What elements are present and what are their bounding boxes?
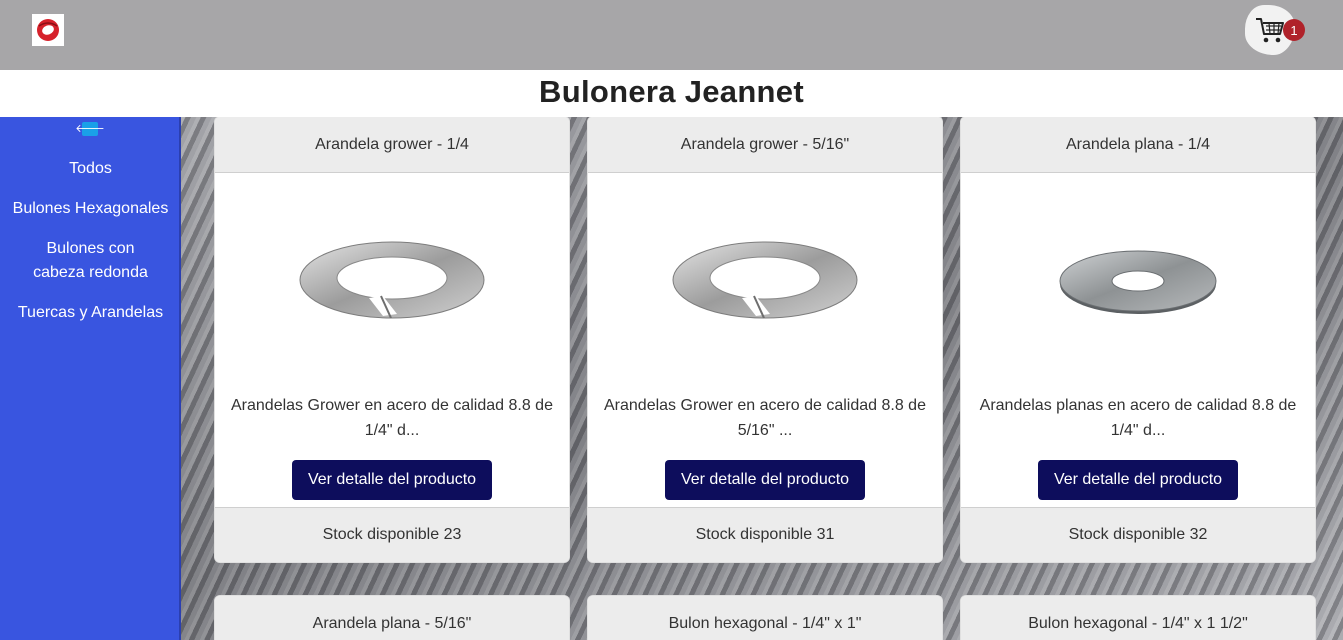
flat-washer-image	[961, 173, 1315, 393]
product-title: Arandela plana - 1/4	[961, 117, 1315, 173]
product-title: Arandela plana - 5/16"	[215, 596, 569, 640]
product-title: Bulon hexagonal - 1/4" x 1 1/2"	[961, 596, 1315, 640]
product-grid: Arandela grower - 1/4 Arandelas Grower e…	[181, 117, 1343, 640]
product-title: Arandela grower - 5/16"	[588, 117, 942, 173]
sidebar-item-bulones-hexagonales[interactable]: Bulones Hexagonales	[0, 197, 181, 221]
sidebar-item-bulones-cabeza-redonda[interactable]: Bulones con cabeza redonda	[0, 237, 181, 285]
sidebar-item-tuercas-arandelas[interactable]: Tuercas y Arandelas	[0, 301, 181, 325]
split-lock-washer-image	[588, 173, 942, 393]
product-card: Arandela grower - 1/4 Arandelas Grower e…	[214, 117, 570, 563]
page-title: Bulonera Jeannet	[539, 74, 804, 109]
product-description: Arandelas planas en acero de calidad 8.8…	[979, 397, 1297, 439]
product-card: Arandela grower - 5/16" Arandelas Grower…	[587, 117, 943, 563]
product-card: Bulon hexagonal - 1/4" x 1"	[587, 595, 943, 640]
stock-label: Stock disponible 23	[215, 507, 569, 562]
product-title: Bulon hexagonal - 1/4" x 1"	[588, 596, 942, 640]
product-description: Arandelas Grower en acero de calidad 8.8…	[231, 397, 553, 439]
sidebar-item-todos[interactable]: Todos	[0, 157, 181, 181]
top-navbar: 1	[0, 0, 1343, 70]
product-title: Arandela grower - 1/4	[215, 117, 569, 173]
sidebar: 🡐 Todos Bulones Hexagonales Bulones con …	[0, 117, 181, 640]
product-description: Arandelas Grower en acero de calidad 8.8…	[604, 397, 926, 439]
cart-button[interactable]: 1	[1245, 5, 1305, 55]
product-card: Arandela plana - 1/4 Arandelas planas en…	[960, 117, 1316, 563]
product-card: Arandela plana - 5/16"	[214, 595, 570, 640]
arrow-left-icon[interactable]: 🡐	[75, 122, 105, 136]
stock-label: Stock disponible 32	[961, 507, 1315, 562]
product-card: Bulon hexagonal - 1/4" x 1 1/2"	[960, 595, 1316, 640]
cart-count-badge: 1	[1283, 19, 1305, 41]
view-product-button[interactable]: Ver detalle del producto	[664, 460, 866, 500]
split-lock-washer-image	[215, 173, 569, 393]
view-product-button[interactable]: Ver detalle del producto	[291, 460, 493, 500]
view-product-button[interactable]: Ver detalle del producto	[1037, 460, 1239, 500]
bolt-nut-logo-icon[interactable]	[32, 14, 64, 46]
brand-header: Bulonera Jeannet	[0, 70, 1343, 117]
stock-label: Stock disponible 31	[588, 507, 942, 562]
